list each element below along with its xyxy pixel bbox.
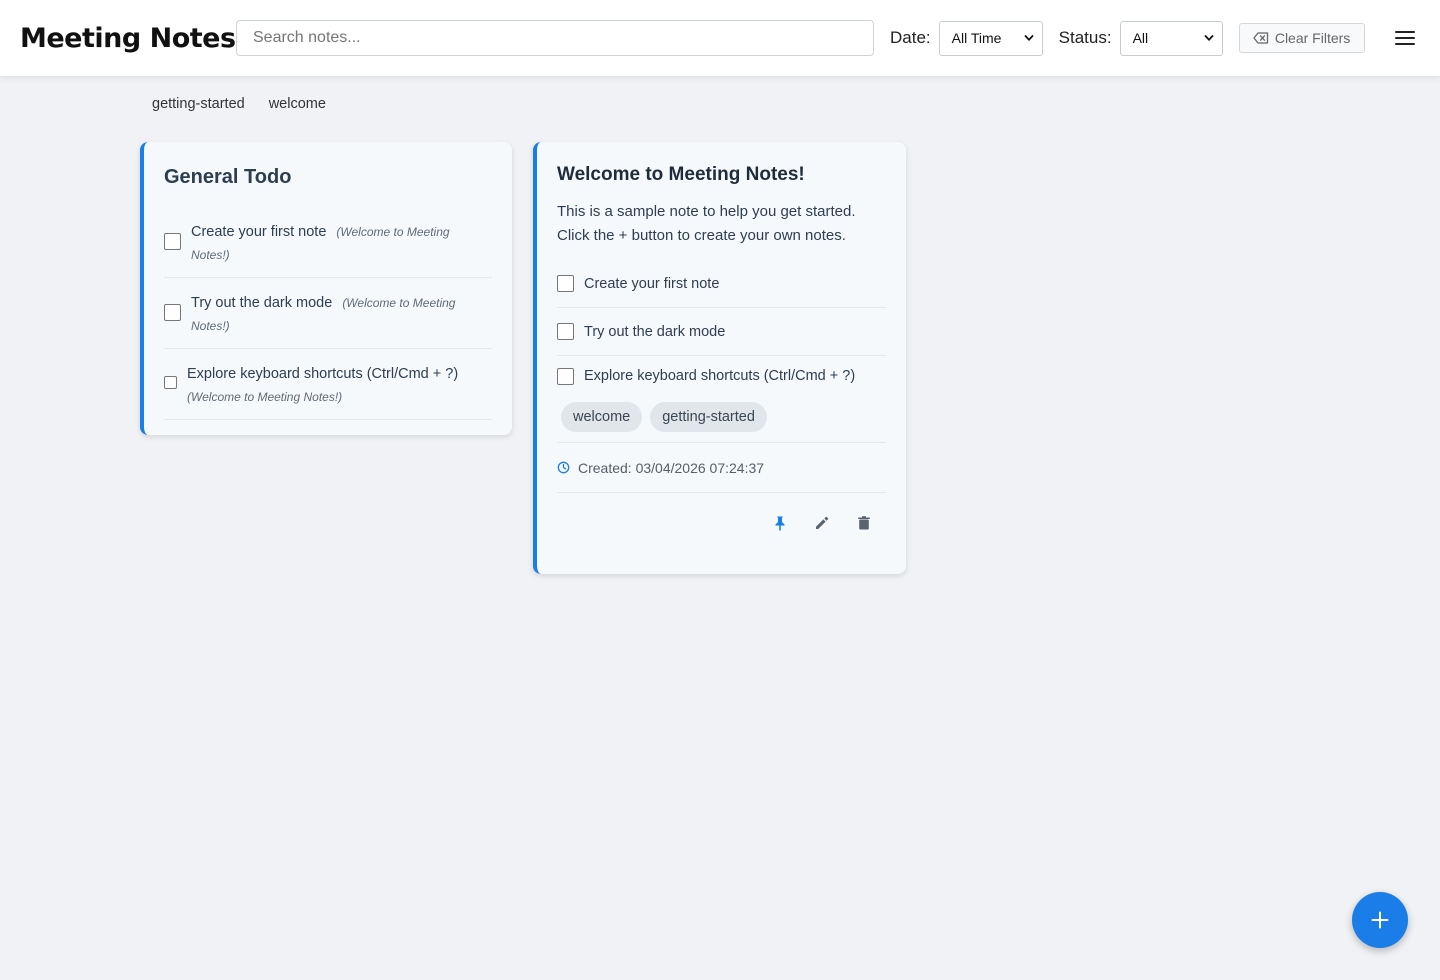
todo-card-title: General Todo bbox=[164, 166, 292, 188]
clear-filters-label: Clear Filters bbox=[1274, 30, 1351, 46]
todo-item: Create your first note (Welcome to Meetin… bbox=[164, 207, 492, 278]
add-note-button[interactable] bbox=[1352, 892, 1408, 948]
checklist-checkbox[interactable] bbox=[557, 275, 574, 292]
checklist-item-label: Create your first note bbox=[584, 275, 720, 292]
tag-chip-getting-started[interactable]: getting-started bbox=[650, 402, 767, 432]
app-title: Meeting Notes bbox=[20, 22, 236, 54]
tag-chip-welcome[interactable]: welcome bbox=[561, 402, 643, 432]
todo-item: Try out the dark mode (Welcome to Meeting… bbox=[164, 278, 492, 349]
tag-filter-bar: getting-started welcome bbox=[152, 96, 326, 112]
todo-item-text: Create your first note bbox=[191, 224, 327, 240]
status-filter-select[interactable]: All bbox=[1119, 20, 1223, 56]
date-filter-select[interactable]: All Time bbox=[938, 20, 1043, 56]
tag-filter-getting-started[interactable]: getting-started bbox=[152, 96, 245, 112]
checklist-item: Create your first note bbox=[557, 260, 886, 308]
chevron-down-icon bbox=[1024, 35, 1034, 41]
created-timestamp: Created: 03/04/2026 07:24:37 bbox=[578, 459, 765, 476]
hamburger-menu-icon[interactable] bbox=[1393, 28, 1417, 48]
clear-filters-button[interactable]: Clear Filters bbox=[1238, 23, 1365, 53]
pencil-icon[interactable] bbox=[814, 515, 830, 531]
todo-checkbox[interactable] bbox=[164, 304, 181, 321]
plus-icon bbox=[1371, 911, 1389, 929]
welcome-note-card: Welcome to Meeting Notes! This is a samp… bbox=[533, 142, 906, 574]
note-title: Welcome to Meeting Notes! bbox=[557, 164, 805, 185]
todo-item-text: Explore keyboard shortcuts (Ctrl/Cmd + ?… bbox=[187, 366, 459, 382]
trash-icon[interactable] bbox=[856, 515, 872, 531]
general-todo-card: General Todo Create your first note (Welc… bbox=[140, 142, 512, 435]
checklist-item: Try out the dark mode bbox=[557, 308, 886, 356]
backspace-icon bbox=[1253, 32, 1268, 44]
date-filter-value: All Time bbox=[951, 30, 1002, 46]
checklist-checkbox[interactable] bbox=[557, 367, 574, 385]
todo-item: Explore keyboard shortcuts (Ctrl/Cmd + ?… bbox=[164, 349, 492, 420]
search-input[interactable] bbox=[236, 20, 874, 56]
pin-icon[interactable] bbox=[772, 515, 788, 531]
checklist-checkbox[interactable] bbox=[557, 323, 574, 340]
note-body: This is a sample note to help you get st… bbox=[557, 200, 886, 248]
status-filter-value: All bbox=[1132, 30, 1149, 46]
todo-item-source: (Welcome to Meeting Notes!) bbox=[187, 390, 343, 404]
checklist-item-label: Explore keyboard shortcuts (Ctrl/Cmd + ?… bbox=[584, 368, 856, 384]
date-filter-label: Date: bbox=[890, 28, 931, 47]
note-actions bbox=[557, 493, 886, 531]
chevron-down-icon bbox=[1204, 35, 1213, 41]
note-body-line: This is a sample note to help you get st… bbox=[557, 203, 856, 220]
checklist-item: Explore keyboard shortcuts (Ctrl/Cmd + ?… bbox=[557, 356, 886, 396]
note-meta: Created: 03/04/2026 07:24:37 bbox=[557, 443, 886, 493]
note-body-line: Click the + button to create your own no… bbox=[557, 227, 846, 244]
app-header: Meeting Notes Date: All Time Status: All… bbox=[0, 0, 1440, 76]
clock-icon bbox=[557, 461, 570, 474]
todo-item-text: Try out the dark mode bbox=[191, 295, 333, 311]
status-filter-label: Status: bbox=[1058, 28, 1112, 47]
note-tags: welcome getting-started bbox=[557, 396, 886, 443]
checklist-item-label: Try out the dark mode bbox=[584, 323, 726, 340]
todo-checkbox[interactable] bbox=[164, 376, 177, 389]
todo-checkbox[interactable] bbox=[164, 233, 181, 250]
tag-filter-welcome[interactable]: welcome bbox=[269, 96, 326, 112]
